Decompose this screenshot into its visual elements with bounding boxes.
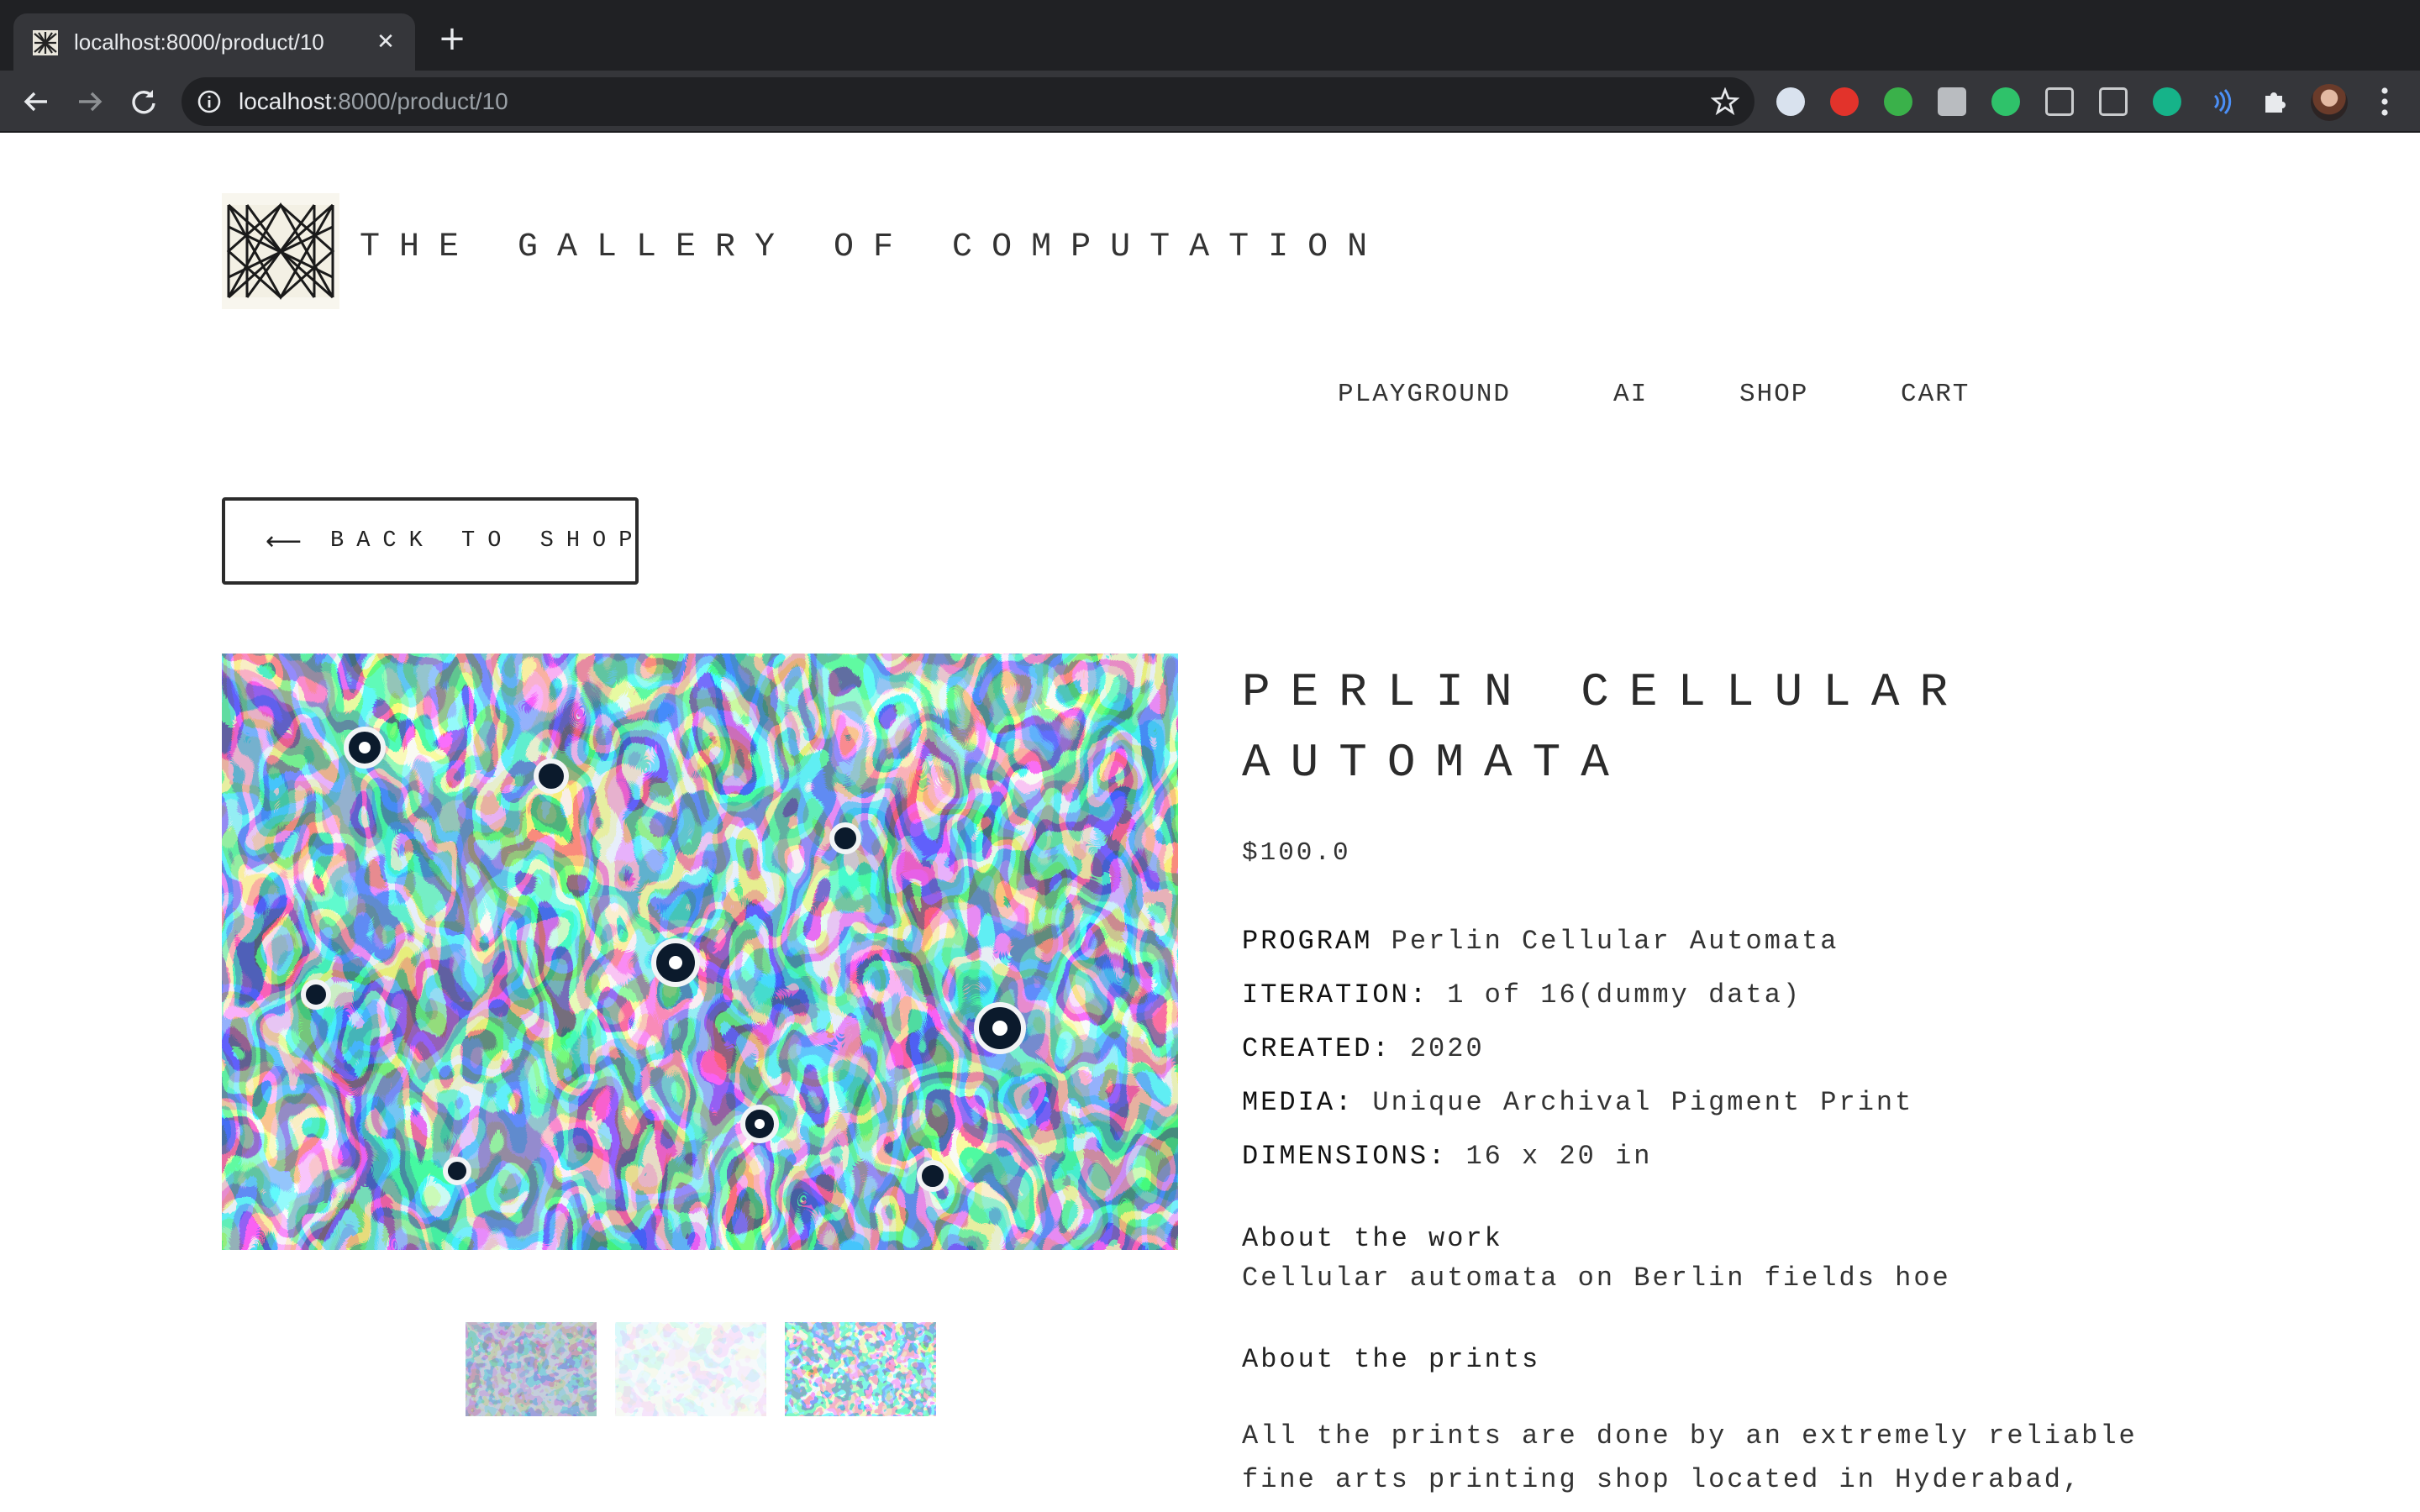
spec-key: CREATED:	[1242, 1033, 1392, 1064]
site-favicon-icon	[33, 30, 58, 55]
spec-value: 2020	[1409, 1033, 1485, 1064]
spec-key: ITERATION:	[1242, 979, 1429, 1011]
document-extension-icon[interactable]	[2099, 87, 2128, 116]
about-prints-heading: About the prints	[1242, 1344, 1541, 1375]
browser-tab-strip: localhost:8000/product/10 ✕ +	[0, 0, 2420, 71]
close-tab-icon[interactable]: ✕	[371, 28, 400, 56]
grammarly-icon[interactable]	[2153, 87, 2181, 116]
back-to-shop-label: BACK TO SHOP	[330, 528, 645, 554]
address-bar[interactable]: localhost:8000/product/10	[182, 77, 1754, 126]
mask-extension-icon[interactable]	[1776, 87, 1805, 116]
bookmark-star-icon[interactable]	[1711, 87, 1739, 116]
spec-key: DIMENSIONS:	[1242, 1141, 1448, 1172]
forward-arrow-icon[interactable]	[71, 82, 109, 121]
new-tab-icon[interactable]: +	[434, 22, 471, 59]
hootsuite-icon[interactable]	[1938, 87, 1966, 116]
mail-extension-icon[interactable]	[1991, 87, 2020, 116]
left-arrow-icon: ⟵	[266, 526, 302, 556]
gallery-logo[interactable]	[222, 193, 339, 309]
spec-media: MEDIA: Unique Archival Pigment Print	[1242, 1087, 1913, 1118]
spec-key: MEDIA:	[1242, 1087, 1355, 1118]
reload-icon[interactable]	[124, 82, 163, 121]
spec-value: Unique Archival Pigment Print	[1372, 1087, 1914, 1118]
info-icon[interactable]	[197, 89, 222, 114]
grid-extension-icon[interactable]	[2045, 87, 2074, 116]
spec-value: 1 of 16(dummy data)	[1447, 979, 1802, 1011]
about-work-heading: About the work	[1242, 1223, 1503, 1254]
profile-avatar[interactable]	[2311, 84, 2348, 121]
nav-cart[interactable]: CART	[1901, 380, 1970, 413]
pushbullet-icon[interactable]	[1884, 87, 1912, 116]
adblock-icon[interactable]	[1830, 87, 1859, 116]
main-artwork-image	[222, 654, 1178, 1250]
about-prints-line-1: All the prints are done by an extremely …	[1242, 1420, 2138, 1452]
back-arrow-icon[interactable]	[17, 82, 55, 121]
spec-value: Perlin Cellular Automata	[1391, 926, 1839, 957]
browser-menu-icon[interactable]	[2368, 82, 2402, 121]
thumbnail-3[interactable]	[785, 1322, 936, 1416]
tab-title: localhost:8000/product/10	[74, 29, 324, 55]
product-price: $100.0	[1242, 838, 1351, 868]
product-title: PERLIN CELLULAR AUTOMATA	[1242, 657, 2082, 798]
nav-shop[interactable]: SHOP	[1739, 380, 1808, 413]
about-prints-line-2: fine arts printing shop located in Hyder…	[1242, 1464, 2082, 1495]
spec-program: PROGRAM Perlin Cellular Automata	[1242, 926, 1839, 957]
spec-created: CREATED: 2020	[1242, 1033, 1485, 1064]
thumbnail-1[interactable]	[466, 1322, 597, 1416]
url-text: localhost:8000/product/10	[239, 88, 508, 114]
spec-value: 16 x 20 in	[1465, 1141, 1653, 1172]
thumbnail-2[interactable]	[615, 1322, 766, 1416]
product-title-line-1: PERLIN CELLULAR	[1242, 665, 1969, 719]
browser-toolbar: localhost:8000/product/10	[0, 71, 2420, 133]
nav-playground[interactable]: PLAYGROUND	[1338, 380, 1511, 413]
back-to-shop-button[interactable]: ⟵ BACK TO SHOP	[222, 497, 639, 585]
extensions-puzzle-icon[interactable]	[2260, 87, 2289, 116]
site-title[interactable]: THE GALLERY OF COMPUTATION	[360, 228, 1386, 266]
spec-key: PROGRAM	[1242, 926, 1373, 957]
nav-ai[interactable]: AI	[1613, 380, 1648, 413]
about-work-text: Cellular automata on Berlin fields hoe	[1242, 1263, 1951, 1294]
spec-dimensions: DIMENSIONS: 16 x 20 in	[1242, 1141, 1652, 1172]
audio-extension-icon[interactable]	[2207, 87, 2235, 116]
browser-tab[interactable]: localhost:8000/product/10 ✕	[13, 13, 415, 71]
product-title-line-2: AUTOMATA	[1242, 736, 1629, 790]
spec-iteration: ITERATION: 1 of 16(dummy data)	[1242, 979, 1802, 1011]
